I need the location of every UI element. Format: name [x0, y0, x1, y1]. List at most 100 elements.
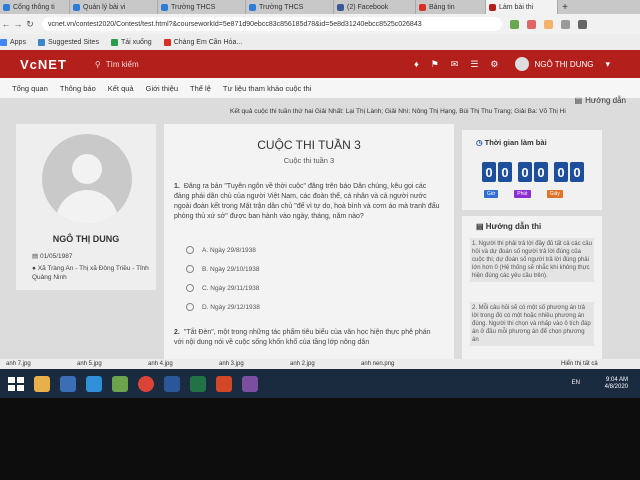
- windows-taskbar: EN 9:04 AM 4/8/2020: [0, 369, 640, 398]
- radio-icon[interactable]: [186, 246, 194, 254]
- chat-icon[interactable]: ✉: [451, 59, 459, 70]
- radio-icon[interactable]: [186, 284, 194, 292]
- contest-title: CUỘC THI TUẦN 3: [257, 138, 361, 152]
- suggested-sites-icon: [37, 38, 45, 46]
- browser-tab[interactable]: Bảng tin: [416, 0, 486, 14]
- tab-favicon-icon: [249, 3, 256, 11]
- browser-tab-active[interactable]: Làm bài thi: [486, 0, 558, 14]
- answer-option-a[interactable]: A. Ngày 29/8/1938: [186, 246, 256, 254]
- url-field[interactable]: vcnet.vn/contest2020/Contest/test.html?&…: [42, 17, 502, 31]
- download-item[interactable]: anh 7.jpg: [0, 361, 71, 367]
- forward-icon[interactable]: →: [12, 19, 24, 29]
- browser-tab[interactable]: Trường THCS: [246, 0, 334, 14]
- timer-unit-hours: Giờ: [484, 190, 499, 198]
- answer-option-c[interactable]: C. Ngày 29/11/1938: [186, 284, 259, 292]
- new-tab-button[interactable]: +: [558, 0, 572, 14]
- menu-item-intro[interactable]: Giới thiệu: [146, 84, 178, 93]
- contest-subtitle: Cuộc thi tuần 3: [283, 156, 335, 165]
- browser-tabstrip: Cổng thông ti Quản lý bài vi Trường THCS…: [0, 0, 640, 14]
- browser-tab[interactable]: Cổng thông ti: [0, 0, 70, 14]
- language-indicator[interactable]: EN: [572, 380, 580, 386]
- profile-icon[interactable]: [561, 19, 570, 29]
- clock-icon: ◷: [476, 138, 485, 147]
- mail-icon[interactable]: [60, 375, 76, 392]
- bookmark-item[interactable]: Chàng Em Cần Hóa...: [163, 38, 242, 46]
- timer-label: ◷ Thời gian làm bài: [476, 138, 547, 147]
- back-icon[interactable]: ←: [0, 19, 12, 29]
- avatar[interactable]: [514, 57, 529, 71]
- powerpoint-icon[interactable]: [216, 375, 232, 392]
- menu-item-rules[interactable]: Thể lệ: [190, 84, 211, 93]
- timer-digit: 0: [534, 162, 548, 182]
- profile-dob: ▤ 01/05/1987: [32, 253, 73, 260]
- guide-title: ▤ Hướng dẫn thi: [476, 222, 542, 231]
- tab-favicon-icon: [419, 3, 426, 11]
- windows-start-icon[interactable]: [8, 376, 24, 391]
- browser-tab[interactable]: Trường THCS: [158, 0, 246, 14]
- avatar: [42, 134, 132, 224]
- answer-option-d[interactable]: D. Ngày 29/12/1938: [186, 303, 260, 311]
- browser-tab[interactable]: Quản lý bài vi: [70, 0, 158, 14]
- settings-icon[interactable]: ⚙: [490, 59, 498, 70]
- download-item[interactable]: anh 4.jpg: [142, 361, 213, 367]
- results-ticker: Kết quả cuộc thi tuần thứ hai Giải Nhất:…: [230, 108, 566, 115]
- address-bar-row: ← → ↻ vcnet.vn/contest2020/Contest/test.…: [0, 14, 640, 34]
- bookmarks-bar: Apps Suggested Sites Tải xuống Chàng Em …: [0, 34, 640, 50]
- download-item[interactable]: anh 5.jpg: [71, 361, 142, 367]
- avatar-head-shape: [72, 154, 102, 184]
- question-1: 1. Đăng ra bản "Tuyên ngôn về thời cuộc" …: [174, 183, 440, 220]
- guide-item-2: 2. Mỗi câu hỏi sẽ có một số phương án tr…: [470, 302, 594, 346]
- download-item[interactable]: anh 2.jpg: [284, 361, 355, 367]
- timer-unit-minutes: Phút: [514, 190, 531, 198]
- menu-item-results[interactable]: Kết quả: [108, 84, 134, 93]
- excel-icon[interactable]: [190, 375, 206, 392]
- timer-units: Giờ Phút Giây: [484, 190, 579, 198]
- site-logo[interactable]: VcNET: [20, 57, 67, 72]
- menu-item-overview[interactable]: Tổng quan: [12, 84, 48, 93]
- radio-icon[interactable]: [186, 303, 194, 311]
- extension-icon[interactable]: [510, 19, 519, 29]
- extension-icon[interactable]: [544, 19, 553, 29]
- timer-panel: ◷ Thời gian làm bài 0 0 0 0 0 0 Giờ Phút…: [462, 130, 602, 210]
- apps-icon: [0, 38, 7, 46]
- calendar-icon: ▤: [32, 253, 40, 260]
- internet-explorer-icon[interactable]: [86, 375, 102, 392]
- menu-item-notifications[interactable]: Thông báo: [60, 84, 96, 93]
- bookmark-item[interactable]: Suggested Sites: [37, 38, 99, 46]
- site-header: VcNET ⚲ Tìm kiếm ♦ ⚑ ✉ ☰ ⚙ NGÔ THỊ DUNG …: [0, 50, 640, 78]
- bell-icon[interactable]: ♦: [414, 59, 419, 69]
- reload-icon[interactable]: ↻: [24, 19, 36, 30]
- list-icon[interactable]: ☰: [470, 59, 478, 70]
- tab-favicon-icon: [73, 3, 80, 11]
- timer-digit: 0: [482, 162, 496, 182]
- bookmark-item[interactable]: Tải xuống: [110, 38, 152, 46]
- header-user-name[interactable]: NGÔ THỊ DUNG: [535, 60, 594, 69]
- site-search[interactable]: ⚲ Tìm kiếm: [95, 60, 139, 69]
- bookmark-item[interactable]: Apps: [0, 38, 26, 46]
- word-icon[interactable]: [164, 375, 180, 392]
- photos-icon[interactable]: [112, 375, 128, 392]
- flag-icon[interactable]: ⚑: [431, 59, 439, 70]
- extension-icon[interactable]: [527, 19, 536, 29]
- media-player-icon[interactable]: [242, 375, 258, 392]
- chevron-down-icon[interactable]: ▾: [605, 59, 610, 70]
- contest-panel: CUỘC THI TUẦN 3 Cuộc thi tuần 3 1. Đăng r…: [164, 124, 454, 398]
- profile-card: NGÔ THỊ DUNG ▤ 01/05/1987 ● Xã Tràng An …: [16, 124, 156, 290]
- guide-link[interactable]: ▤ Hướng dẫn: [575, 96, 626, 105]
- menu-icon[interactable]: [578, 19, 587, 29]
- menu-item-references[interactable]: Tư liệu tham khảo cuộc thi: [223, 84, 311, 93]
- search-icon: ⚲: [94, 59, 101, 69]
- radio-icon[interactable]: [186, 265, 194, 273]
- chrome-icon[interactable]: [138, 375, 154, 392]
- clock-tray[interactable]: 9:04 AM 4/8/2020: [605, 377, 628, 391]
- browser-tab[interactable]: (2) Facebook: [334, 0, 416, 14]
- file-explorer-icon[interactable]: [34, 375, 50, 392]
- show-all-downloads[interactable]: Hiển thị tất cả: [555, 361, 626, 367]
- download-item[interactable]: anh nen.png: [355, 361, 426, 367]
- answer-option-b[interactable]: B. Ngày 29/10/1938: [186, 265, 259, 273]
- document-icon: ▤: [476, 222, 486, 231]
- guide-item-1: 1. Người thi phải trả lời đầy đủ tất cả …: [470, 238, 594, 282]
- exam-guide-panel: ▤ Hướng dẫn thi 1. Người thi phải trả lờ…: [462, 216, 602, 376]
- bookmark-icon: [163, 38, 171, 46]
- download-item[interactable]: anh 3.jpg: [213, 361, 284, 367]
